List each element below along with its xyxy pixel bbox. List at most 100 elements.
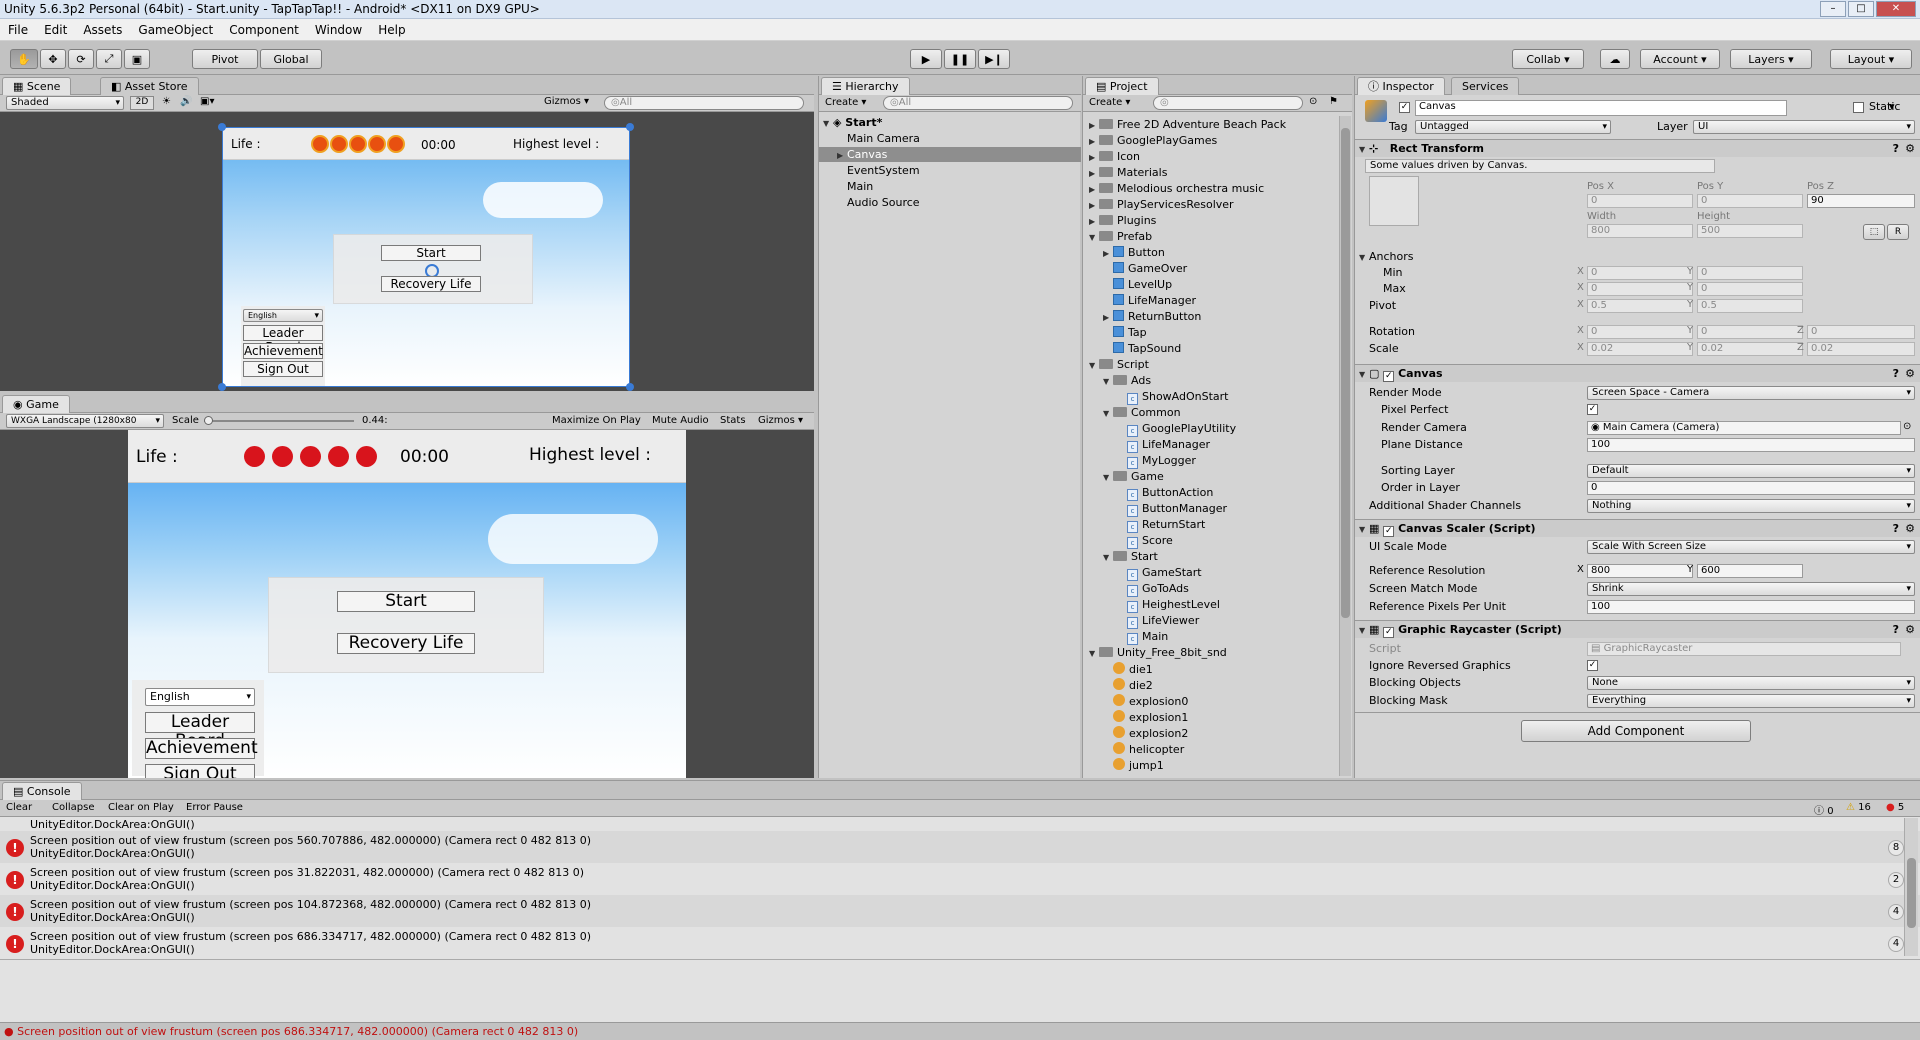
stats-toggle[interactable]: Stats — [720, 415, 746, 426]
scene-canvas-preview[interactable]: Life : 00:00 Highest level : Start Recov… — [222, 127, 630, 387]
rotation-z[interactable]: 0 — [1807, 325, 1915, 339]
scale-tool-icon[interactable]: ⤢ — [96, 49, 122, 69]
filter-label-icon[interactable]: ⚑ — [1329, 96, 1338, 107]
rect-handle[interactable] — [626, 383, 634, 391]
project-create-dropdown[interactable]: Create ▾ — [1089, 97, 1130, 108]
settings-gear-icon[interactable]: ⚙ — [1905, 621, 1915, 638]
width-field[interactable]: 800 — [1587, 224, 1693, 238]
game-signout-button[interactable]: Sign Out — [145, 764, 255, 778]
scene-signout-button[interactable]: Sign Out — [243, 361, 323, 377]
mute-audio-toggle[interactable]: Mute Audio — [652, 415, 709, 426]
hand-tool-icon[interactable]: ✋ — [10, 49, 38, 69]
layers-dropdown[interactable]: Layers ▾ — [1730, 49, 1812, 69]
project-item-script[interactable]: c GooglePlayUtility — [1117, 422, 1236, 437]
tab-game[interactable]: ◉ Game — [2, 395, 70, 413]
anchor-presets-button[interactable] — [1369, 176, 1419, 226]
project-item-script[interactable]: c LifeViewer — [1117, 614, 1199, 629]
scale-slider-thumb[interactable] — [204, 416, 213, 425]
anchor-max-y[interactable]: 0 — [1697, 282, 1803, 296]
project-item-script[interactable]: c ReturnStart — [1117, 518, 1205, 533]
project-item-script[interactable]: c ShowAdOnStart — [1117, 390, 1229, 405]
hierarchy-item-main[interactable]: Main — [847, 180, 873, 193]
project-item-script[interactable]: c ButtonAction — [1117, 486, 1213, 501]
expand-arrow-icon[interactable]: ▶ — [1103, 249, 1113, 258]
help-icon[interactable]: ? — [1893, 520, 1899, 537]
project-item-folder[interactable]: ▶ Melodious orchestra music — [1089, 182, 1264, 195]
project-item-folder[interactable]: ▼ Ads — [1103, 374, 1151, 387]
effects-icon[interactable]: ▣▾ — [200, 96, 214, 107]
move-tool-icon[interactable]: ✥ — [40, 49, 66, 69]
rect-handle[interactable] — [218, 383, 226, 391]
order-layer-field[interactable]: 0 — [1587, 481, 1915, 495]
help-icon[interactable]: ? — [1893, 140, 1899, 157]
tab-services[interactable]: Services — [1451, 77, 1520, 95]
settings-gear-icon[interactable]: ⚙ — [1905, 140, 1915, 157]
hierarchy-item-canvas[interactable]: ▶ Canvas — [837, 148, 887, 161]
blocking-objects-dropdown[interactable]: None — [1587, 676, 1915, 690]
shaded-dropdown[interactable]: Shaded — [6, 96, 124, 110]
scale-slider[interactable] — [204, 420, 354, 422]
expand-arrow-icon[interactable]: ▶ — [1089, 169, 1099, 178]
project-item-folder[interactable]: ▶ PlayServicesResolver — [1089, 198, 1234, 211]
expand-arrow-icon[interactable]: ▼ — [1103, 377, 1113, 386]
layout-dropdown[interactable]: Layout ▾ — [1830, 49, 1912, 69]
console-warning-filter[interactable]: ⚠ 16 — [1846, 802, 1871, 813]
project-item-script[interactable]: c HeighestLevel — [1117, 598, 1220, 613]
project-item-folder[interactable]: ▼ Game — [1103, 470, 1164, 483]
scene-recovery-button[interactable]: Recovery Life — [381, 276, 481, 292]
audio-icon[interactable]: 🔊 — [180, 96, 192, 107]
console-log-entry[interactable]: ! Screen position out of view frustum (sc… — [0, 927, 1920, 959]
cloud-icon[interactable]: ☁ — [1600, 49, 1630, 69]
resolution-dropdown[interactable]: WXGA Landscape (1280x80 — [6, 414, 164, 428]
project-item-audio[interactable]: helicopter — [1103, 742, 1184, 756]
close-button[interactable]: ✕ — [1876, 1, 1916, 17]
expand-arrow-icon[interactable]: ▶ — [1089, 137, 1099, 146]
scene-achievement-button[interactable]: Achievement — [243, 343, 323, 359]
tag-dropdown[interactable]: Untagged — [1415, 120, 1611, 134]
project-scrollbar-thumb[interactable] — [1341, 128, 1350, 618]
expand-arrow-icon[interactable]: ▼ — [1089, 361, 1099, 370]
layer-dropdown[interactable]: UI — [1693, 120, 1915, 134]
hierarchy-create-dropdown[interactable]: Create ▾ — [825, 97, 866, 108]
console-log-entry[interactable]: ! Screen position out of view frustum (sc… — [0, 863, 1920, 895]
expand-arrow-icon[interactable]: ▶ — [1103, 313, 1113, 322]
menu-component[interactable]: Component — [221, 23, 307, 37]
project-item-script[interactable]: c GameStart — [1117, 566, 1202, 581]
project-item-script[interactable]: c Score — [1117, 534, 1173, 549]
project-item-folder[interactable]: ▼ Common — [1103, 406, 1181, 419]
expand-arrow-icon[interactable]: ▼ — [1103, 553, 1113, 562]
collab-button[interactable]: Collab ▾ — [1512, 49, 1584, 69]
game-language-dropdown[interactable]: English — [145, 688, 255, 706]
hierarchy-search-input[interactable]: ◎All — [883, 96, 1073, 110]
project-item-prefab[interactable]: TapSound — [1103, 342, 1181, 355]
expand-arrow-icon[interactable]: ▶ — [1089, 201, 1099, 210]
settings-gear-icon[interactable]: ⚙ — [1905, 365, 1915, 382]
expand-arrow-icon[interactable]: ▶ — [1089, 217, 1099, 226]
shader-channels-dropdown[interactable]: Nothing — [1587, 499, 1915, 513]
expand-arrow-icon[interactable]: ▼ — [1103, 473, 1113, 482]
ui-scale-mode-dropdown[interactable]: Scale With Screen Size — [1587, 540, 1915, 554]
anchor-min-y[interactable]: 0 — [1697, 266, 1803, 280]
screen-match-dropdown[interactable]: Shrink — [1587, 582, 1915, 596]
render-mode-dropdown[interactable]: Screen Space - Camera — [1587, 386, 1915, 400]
blocking-mask-dropdown[interactable]: Everything — [1587, 694, 1915, 708]
help-icon[interactable]: ? — [1893, 365, 1899, 382]
ref-ppu-field[interactable]: 100 — [1587, 600, 1915, 614]
pause-button[interactable]: ❚❚ — [944, 49, 976, 69]
canvas-component-header[interactable]: ▼ ▢ ✓ Canvas ? ⚙ — [1355, 364, 1920, 382]
project-item-prefab[interactable]: ▶ Button — [1103, 246, 1165, 259]
global-toggle[interactable]: Global — [260, 49, 322, 69]
project-item-script[interactable]: c Main — [1117, 630, 1168, 645]
scene-gizmos-dropdown[interactable]: Gizmos ▾ — [544, 96, 589, 107]
project-item-audio[interactable]: die1 — [1103, 662, 1153, 676]
help-icon[interactable]: ? — [1893, 621, 1899, 638]
canvas-scaler-header[interactable]: ▼ ▦ ✓ Canvas Scaler (Script) ? ⚙ — [1355, 519, 1920, 537]
project-scrollbar[interactable] — [1339, 116, 1351, 776]
project-item-script[interactable]: c GoToAds — [1117, 582, 1189, 597]
hierarchy-item-eventsystem[interactable]: EventSystem — [847, 164, 920, 177]
rect-handle[interactable] — [626, 123, 634, 131]
pivot-toggle[interactable]: Pivot — [192, 49, 258, 69]
project-item-prefab[interactable]: LevelUp — [1103, 278, 1172, 291]
project-item-audio[interactable]: explosion2 — [1103, 726, 1188, 740]
object-picker-icon[interactable]: ⊙ — [1903, 421, 1911, 432]
